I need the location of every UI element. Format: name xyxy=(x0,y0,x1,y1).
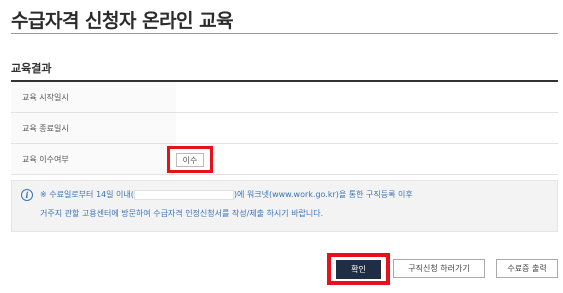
row-start-datetime: 교육 시작일시 xyxy=(11,82,558,113)
notice-box: i ※ 수료일로부터 14일 이내( )에 워크넷(www.work.go.kr)… xyxy=(11,180,558,232)
row-label-end: 교육 종료일시 xyxy=(22,124,69,133)
row-label-status: 교육 이수여부 xyxy=(22,155,69,164)
row-end-datetime: 교육 종료일시 xyxy=(11,113,558,144)
row-label-start: 교육 시작일시 xyxy=(22,93,69,102)
row-value-end xyxy=(176,113,558,143)
confirm-highlight-box: 확인 xyxy=(327,253,390,285)
title-divider xyxy=(11,33,558,34)
redacted-date xyxy=(133,189,234,200)
job-apply-button[interactable]: 구직신청 하러가기 xyxy=(393,259,485,278)
notice-line-1: ※ 수료일로부터 14일 이내( )에 워크넷(www.work.go.kr)을 … xyxy=(40,189,413,200)
notice-line-2: 거주지 관할 고용센터에 방문하여 수급자격 인정신청서를 작성/제출 하시기 … xyxy=(40,209,324,218)
confirm-button[interactable]: 확인 xyxy=(336,260,381,279)
notice-line-1-suffix: )에 워크넷(www.work.go.kr)을 통한 구직등록 이후 xyxy=(233,190,413,199)
section-title: 교육결과 xyxy=(11,62,52,75)
print-certificate-button[interactable]: 수료증 출력 xyxy=(496,259,558,278)
page-title: 수급자격 신청자 온라인 교육 xyxy=(11,10,234,32)
notice-line-1-prefix: ※ 수료일로부터 14일 이내( xyxy=(40,190,134,199)
row-completion-status: 교육 이수여부 xyxy=(11,144,558,175)
info-icon: i xyxy=(21,189,33,201)
row-value-start xyxy=(176,82,558,112)
completion-status-badge: 이수 xyxy=(176,153,204,167)
status-highlight-box: 이수 xyxy=(167,146,213,173)
